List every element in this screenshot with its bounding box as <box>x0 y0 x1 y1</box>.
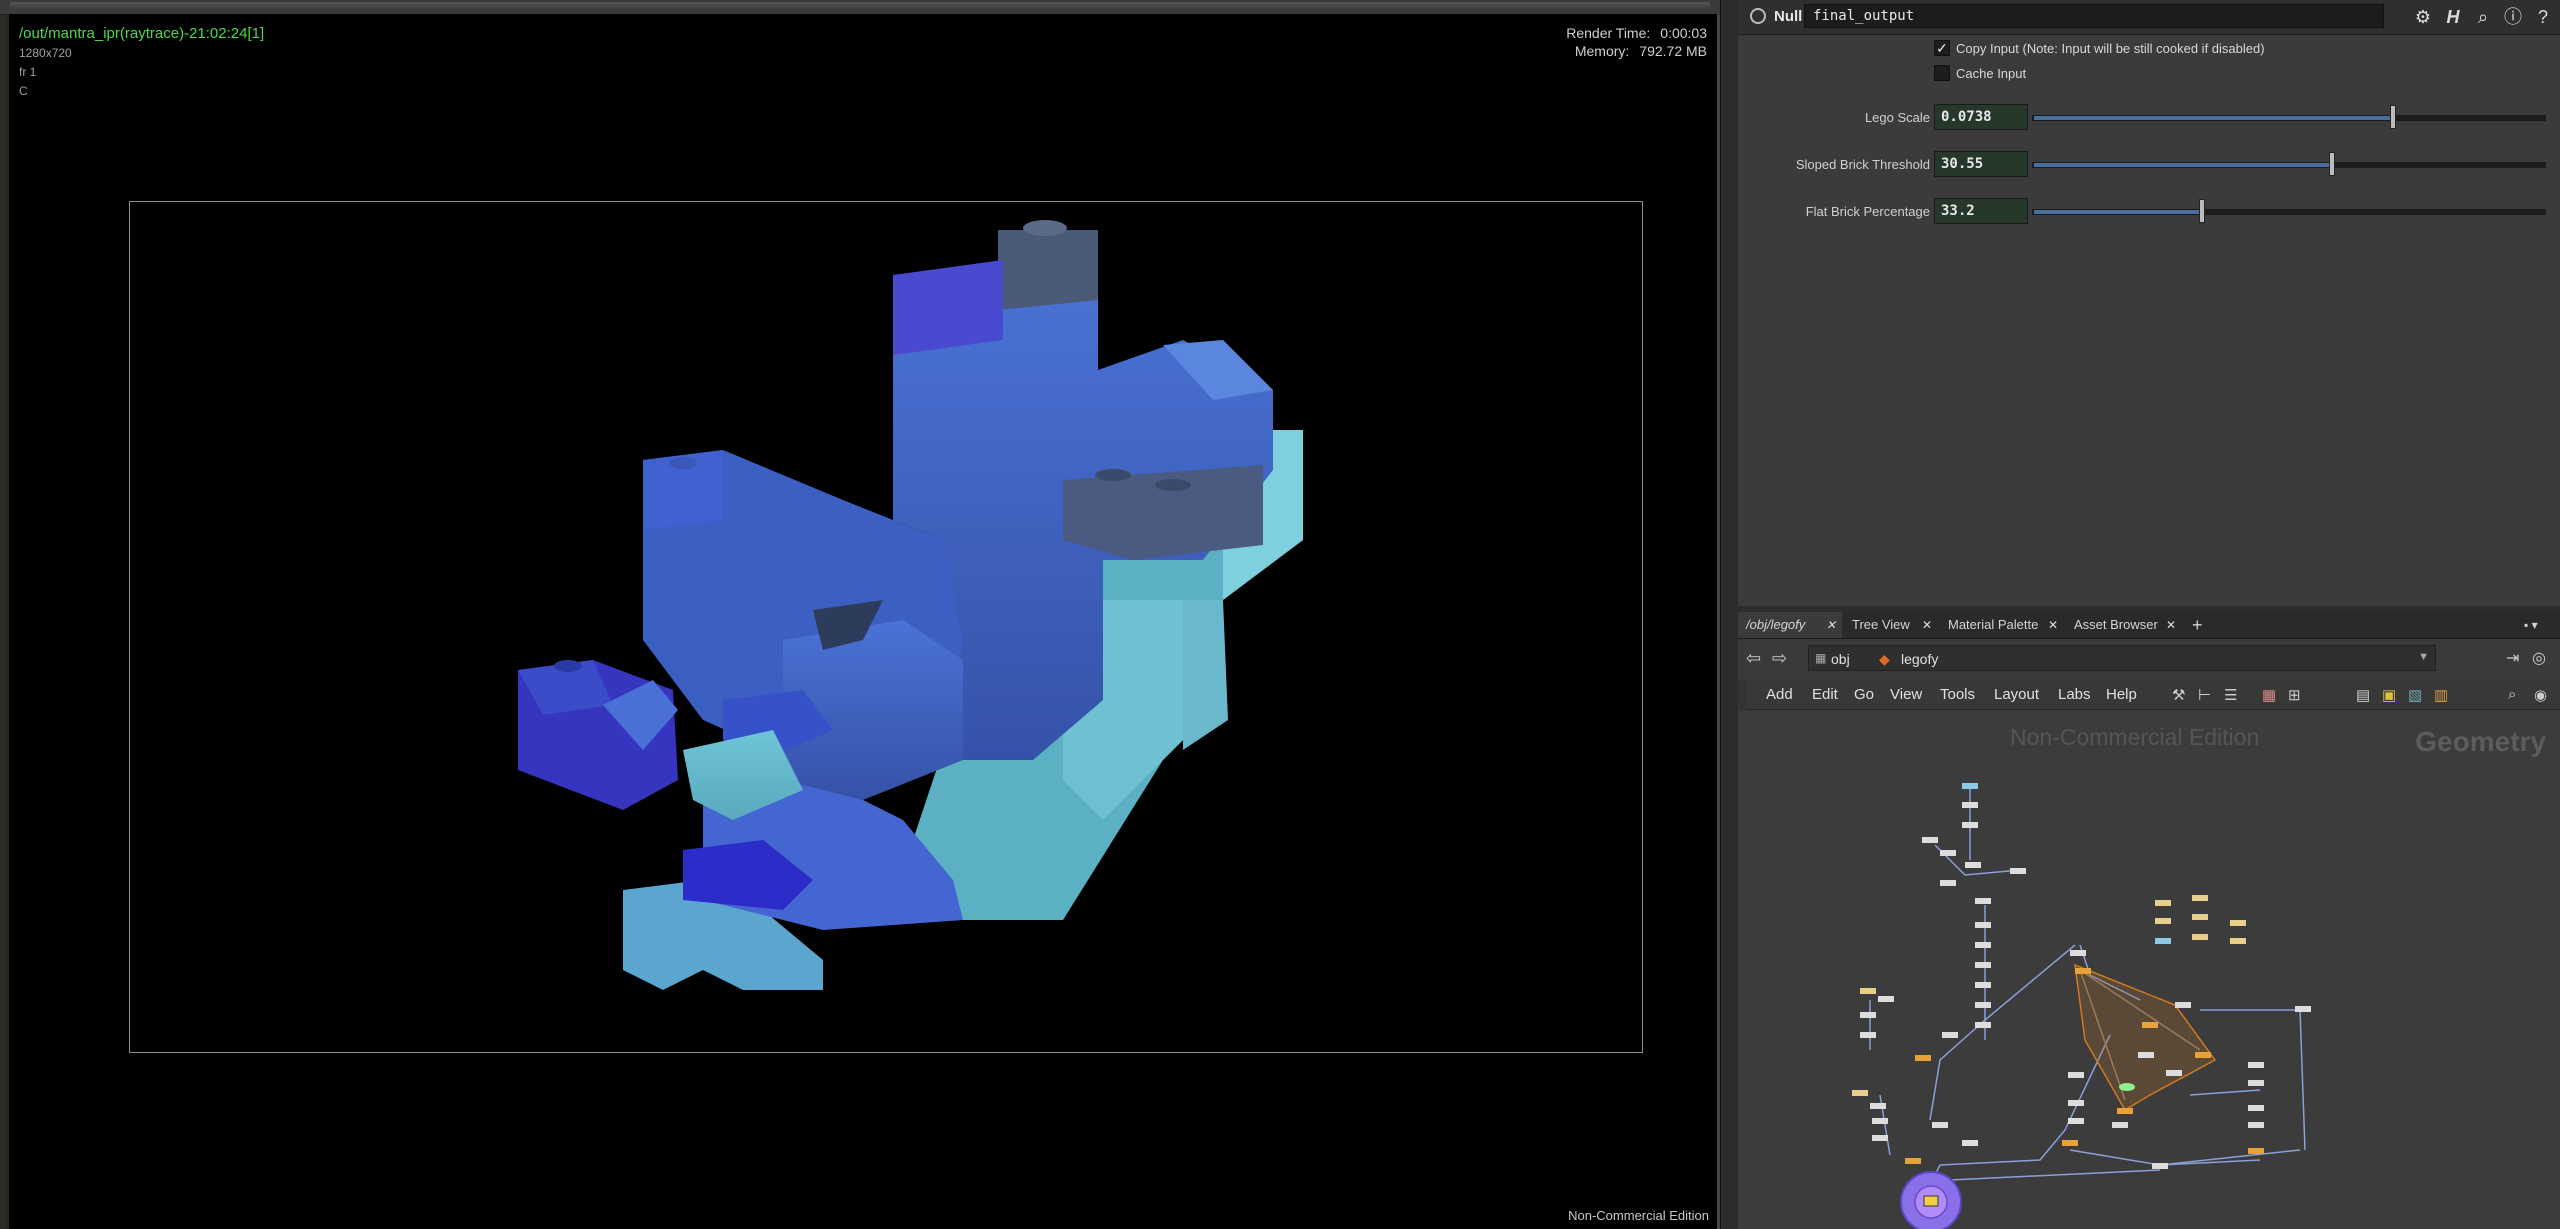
info-icon[interactable]: ⓘ <box>2502 6 2524 28</box>
tree-icon[interactable]: ⊢ <box>2198 686 2211 704</box>
magnify-icon[interactable]: ⌕ <box>2508 686 2516 703</box>
geo-node-icon: ◆ <box>1879 651 1890 667</box>
network-box-icon[interactable]: ▤ <box>2356 686 2370 704</box>
breadcrumb-legofy[interactable]: legofy <box>1901 651 1938 667</box>
flat-percentage-fill <box>2033 209 2205 215</box>
tab-asset-browser[interactable]: Asset Browser ✕ <box>2066 612 2182 638</box>
menu-add[interactable]: Add <box>1766 686 1793 703</box>
sloped-threshold-slider[interactable] <box>2032 162 2546 168</box>
forward-arrow-icon[interactable]: ⇨ <box>1772 648 1787 669</box>
path-bar: ⇦ ⇨ ▦ obj ◆ legofy ▼ ⇥ ◎ <box>1738 639 2560 679</box>
dot-icon[interactable]: ▥ <box>2434 686 2448 704</box>
memory-value: 792.72 MB <box>1639 43 1707 59</box>
question-icon[interactable]: ? <box>2532 6 2554 28</box>
pane-splitter[interactable] <box>1720 0 1739 1229</box>
node-graph <box>1852 783 2311 1229</box>
image-icon[interactable]: ▧ <box>2408 686 2422 704</box>
viewport-info: /out/mantra_ipr(raytrace)-21:02:24[1] 12… <box>19 24 264 101</box>
display-flag-icon <box>1923 1195 1939 1207</box>
chevron-down-icon[interactable]: ▼ <box>2418 651 2429 663</box>
tab-material-palette[interactable]: Material Palette ✕ <box>1940 612 2064 638</box>
menu-view[interactable]: View <box>1890 686 1922 703</box>
copy-input-checkbox[interactable]: ✓ <box>1934 40 1950 56</box>
plus-icon[interactable]: + <box>2184 612 2208 638</box>
resolution-label: 1280x720 <box>19 46 72 60</box>
lego-scale-slider[interactable] <box>2032 115 2546 121</box>
color-palette-icon[interactable]: ▦ <box>2262 686 2276 704</box>
channel-label: C <box>19 84 28 98</box>
pin-icon[interactable]: ⇥ <box>2506 648 2519 668</box>
lego-scale-handle[interactable] <box>2390 105 2396 129</box>
subnet-outline <box>2074 963 2217 1112</box>
sticky-note-icon[interactable]: ▣ <box>2382 686 2396 704</box>
header-toolbar: ⚙ H ⌕ ⓘ ? <box>2412 6 2554 28</box>
lego-scale-fill <box>2033 115 2396 121</box>
tab-obj-legofy[interactable]: /obj/legofy ✕ <box>1738 612 1842 638</box>
close-icon[interactable]: ✕ <box>2048 612 2058 638</box>
network-context-label: Geometry <box>2415 726 2546 757</box>
render-stats: Render Time: 0:00:03 Memory: 792.72 MB <box>1556 24 1707 60</box>
right-panel: Null final_output ⚙ H ⌕ ⓘ ? ✓ Copy Input… <box>1738 0 2560 1229</box>
search-icon[interactable]: ⌕ <box>2472 6 2494 28</box>
render-region-frame <box>129 201 1643 1053</box>
help-h-icon[interactable]: H <box>2442 6 2464 28</box>
flat-percentage-label: Flat Brick Percentage <box>1805 204 1930 219</box>
node-type-label: Null <box>1774 8 1803 25</box>
lego-scale-label: Lego Scale <box>1864 110 1930 125</box>
node-name-field[interactable]: final_output <box>1804 4 2384 28</box>
grid-icon[interactable]: ⊞ <box>2288 686 2301 704</box>
parameter-header: Null final_output ⚙ H ⌕ ⓘ ? <box>1738 0 2560 35</box>
cache-input-checkbox[interactable] <box>1934 65 1950 81</box>
menu-help[interactable]: Help <box>2106 686 2137 703</box>
close-icon[interactable]: ✕ <box>2166 612 2176 638</box>
flat-percentage-field[interactable]: 33.2 <box>1934 198 2028 224</box>
render-viewport[interactable]: /out/mantra_ipr(raytrace)-21:02:24[1] 12… <box>6 14 1720 1229</box>
pane-grip[interactable] <box>10 2 1710 9</box>
obj-context-icon: ▦ <box>1815 651 1827 665</box>
network-tab-bar: /obj/legofy ✕ Tree View ✕ Material Palette… <box>1738 612 2560 639</box>
network-watermark: Non-Commercial Edition <box>2010 724 2260 750</box>
menu-tools[interactable]: Tools <box>1940 686 1975 703</box>
list-icon[interactable]: ☰ <box>2224 686 2237 704</box>
memory-label: Memory: <box>1574 43 1630 59</box>
menu-edit[interactable]: Edit <box>1812 686 1838 703</box>
viewport-watermark: Non-Commercial Edition <box>1568 1208 1709 1223</box>
lego-scale-field[interactable]: 0.0738 <box>1934 104 2028 130</box>
network-editor[interactable]: Non-Commercial Edition Geometry <box>1738 710 2560 1229</box>
sloped-threshold-label: Sloped Brick Threshold <box>1795 157 1930 172</box>
eye-icon[interactable]: ◉ <box>2534 686 2547 704</box>
breadcrumb: ▦ obj ◆ legofy ▼ <box>1808 645 2436 671</box>
sloped-threshold-fill <box>2033 162 2335 168</box>
tab-label: Material Palette <box>1948 617 2039 632</box>
null-node-icon[interactable] <box>1750 8 1766 24</box>
link-icon[interactable]: ◎ <box>2532 648 2546 668</box>
gear-icon[interactable]: ⚙ <box>2412 6 2434 28</box>
menu-labs[interactable]: Labs <box>2058 686 2091 703</box>
breadcrumb-obj[interactable]: obj <box>1831 651 1850 667</box>
ipr-title: /out/mantra_ipr(raytrace)-21:02:24[1] <box>19 25 265 42</box>
pane-menu-icon[interactable]: ▪ ▾ <box>2516 612 2556 638</box>
sloped-threshold-handle[interactable] <box>2329 152 2335 176</box>
tab-label: /obj/legofy <box>1746 617 1806 632</box>
render-time-value: 0:00:03 <box>1660 25 1707 41</box>
render-time-label: Render Time: <box>1566 25 1651 41</box>
flat-percentage-handle[interactable] <box>2199 199 2205 223</box>
frame-label: fr 1 <box>19 65 37 79</box>
menu-go[interactable]: Go <box>1854 686 1874 703</box>
sloped-threshold-field[interactable]: 30.55 <box>1934 151 2028 177</box>
close-icon[interactable]: ✕ <box>1826 612 1836 638</box>
copy-input-label: Copy Input (Note: Input will be still co… <box>1956 41 2265 56</box>
cache-input-label: Cache Input <box>1956 66 2027 81</box>
close-icon[interactable]: ✕ <box>1922 612 1932 638</box>
menu-layout[interactable]: Layout <box>1994 686 2039 703</box>
tab-label: Asset Browser <box>2074 617 2158 632</box>
tab-tree-view[interactable]: Tree View ✕ <box>1844 612 1938 638</box>
tools-icon[interactable]: ⚒ <box>2172 686 2185 704</box>
network-menu-bar: Add Edit Go View Tools Layout Labs Help … <box>1738 679 2560 710</box>
flat-percentage-slider[interactable] <box>2032 209 2546 215</box>
tab-label: Tree View <box>1852 617 1910 632</box>
back-arrow-icon[interactable]: ⇦ <box>1746 648 1761 669</box>
